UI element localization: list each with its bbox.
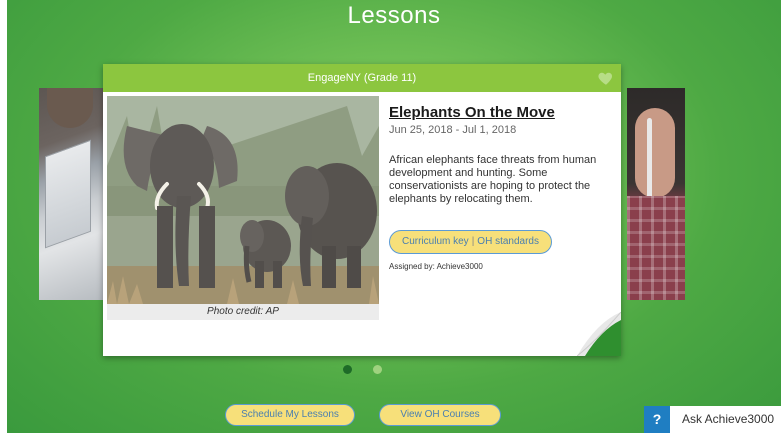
assigned-by: Assigned by: Achieve3000 xyxy=(389,262,483,271)
view-courses-button[interactable]: View OH Courses xyxy=(379,404,501,426)
help-question-icon[interactable]: ? xyxy=(644,406,670,433)
lessons-stage: Lessons EngageNY (Grade 11) Photo credit… xyxy=(7,0,781,433)
page-title: Lessons xyxy=(347,2,441,29)
pagination-dot-1[interactable] xyxy=(343,365,352,374)
previous-lesson-photo xyxy=(39,88,111,300)
curriculum-standards-pill[interactable]: Curriculum key | OH standards xyxy=(389,230,552,254)
oh-standards-link[interactable]: OH standards xyxy=(477,236,539,247)
photo-credit: Photo credit: AP xyxy=(107,304,379,320)
tag-separator: | xyxy=(471,236,475,247)
curriculum-key-link[interactable]: Curriculum key xyxy=(402,236,469,247)
lesson-dates: Jun 25, 2018 - Jul 1, 2018 xyxy=(389,124,517,136)
previous-lesson-card[interactable] xyxy=(39,88,111,300)
heart-icon[interactable] xyxy=(597,69,615,87)
help-label[interactable]: Ask Achieve3000 xyxy=(682,406,774,433)
lesson-card-header: EngageNY (Grade 11) xyxy=(103,64,621,92)
lesson-title[interactable]: Elephants On the Move xyxy=(389,104,555,121)
elephants-illustration xyxy=(107,96,379,304)
page-fold-icon xyxy=(577,312,621,356)
next-lesson-card[interactable] xyxy=(627,88,685,300)
lesson-description: African elephants face threats from huma… xyxy=(389,154,597,205)
lesson-program-label: EngageNY (Grade 11) xyxy=(307,72,417,84)
pagination-dot-2[interactable] xyxy=(373,365,382,374)
lesson-card[interactable]: EngageNY (Grade 11) Photo credit: AP Ele… xyxy=(103,64,621,356)
next-lesson-photo xyxy=(627,88,685,300)
help-widget[interactable]: ? Ask Achieve3000 xyxy=(644,406,781,433)
elephants-photo[interactable] xyxy=(107,96,379,304)
schedule-lessons-button[interactable]: Schedule My Lessons xyxy=(225,404,355,426)
